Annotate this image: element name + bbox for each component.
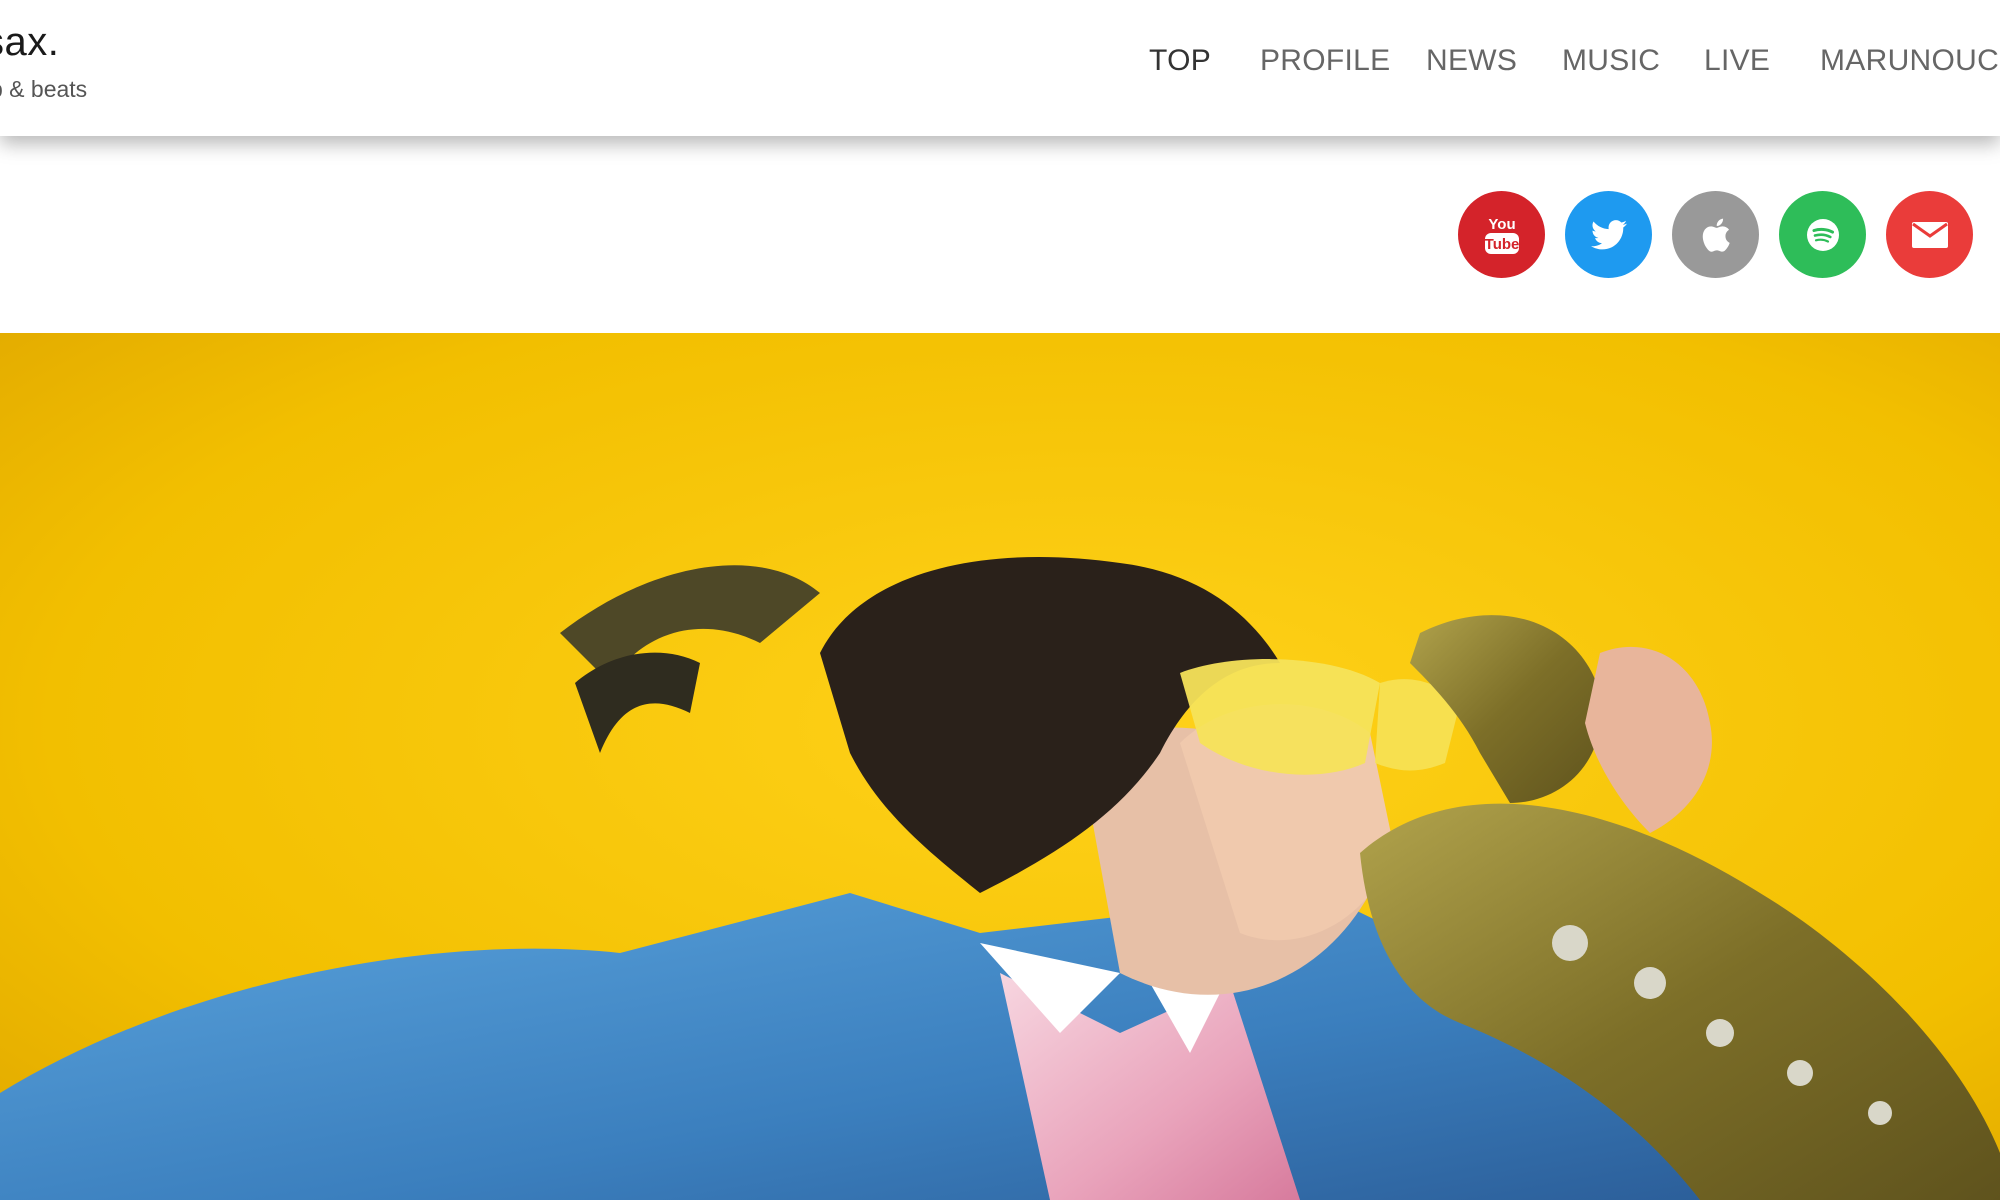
hero-photo xyxy=(0,333,2000,1200)
twitter-button[interactable] xyxy=(1565,191,1652,278)
spotify-icon xyxy=(1806,218,1839,251)
main-nav: TOP PROFILE NEWS MUSIC LIVE MARUNOUCHI xyxy=(0,0,2000,136)
mail-icon xyxy=(1911,221,1948,248)
nav-item-profile[interactable]: PROFILE xyxy=(1260,44,1390,78)
youtube-icon: You Tube xyxy=(1484,216,1519,254)
youtube-glyph-top: You xyxy=(1488,216,1515,233)
twitter-icon xyxy=(1590,219,1627,249)
nav-item-music[interactable]: MUSIC xyxy=(1562,44,1660,78)
nav-item-top[interactable]: TOP xyxy=(1149,44,1211,78)
site-header: sax. p & beats TOP PROFILE NEWS MUSIC LI… xyxy=(0,0,2000,136)
youtube-button[interactable]: You Tube xyxy=(1458,191,1545,278)
youtube-glyph-bottom: Tube xyxy=(1484,236,1519,253)
apple-music-button[interactable] xyxy=(1672,191,1759,278)
social-links: You Tube xyxy=(0,191,2000,278)
apple-icon xyxy=(1702,218,1730,252)
spotify-button[interactable] xyxy=(1779,191,1866,278)
nav-item-news[interactable]: NEWS xyxy=(1426,44,1517,78)
nav-item-live[interactable]: LIVE xyxy=(1704,44,1770,78)
hero-image xyxy=(0,333,2000,1200)
mail-button[interactable] xyxy=(1886,191,1973,278)
nav-item-marunouchi[interactable]: MARUNOUCHI xyxy=(1820,44,2000,78)
